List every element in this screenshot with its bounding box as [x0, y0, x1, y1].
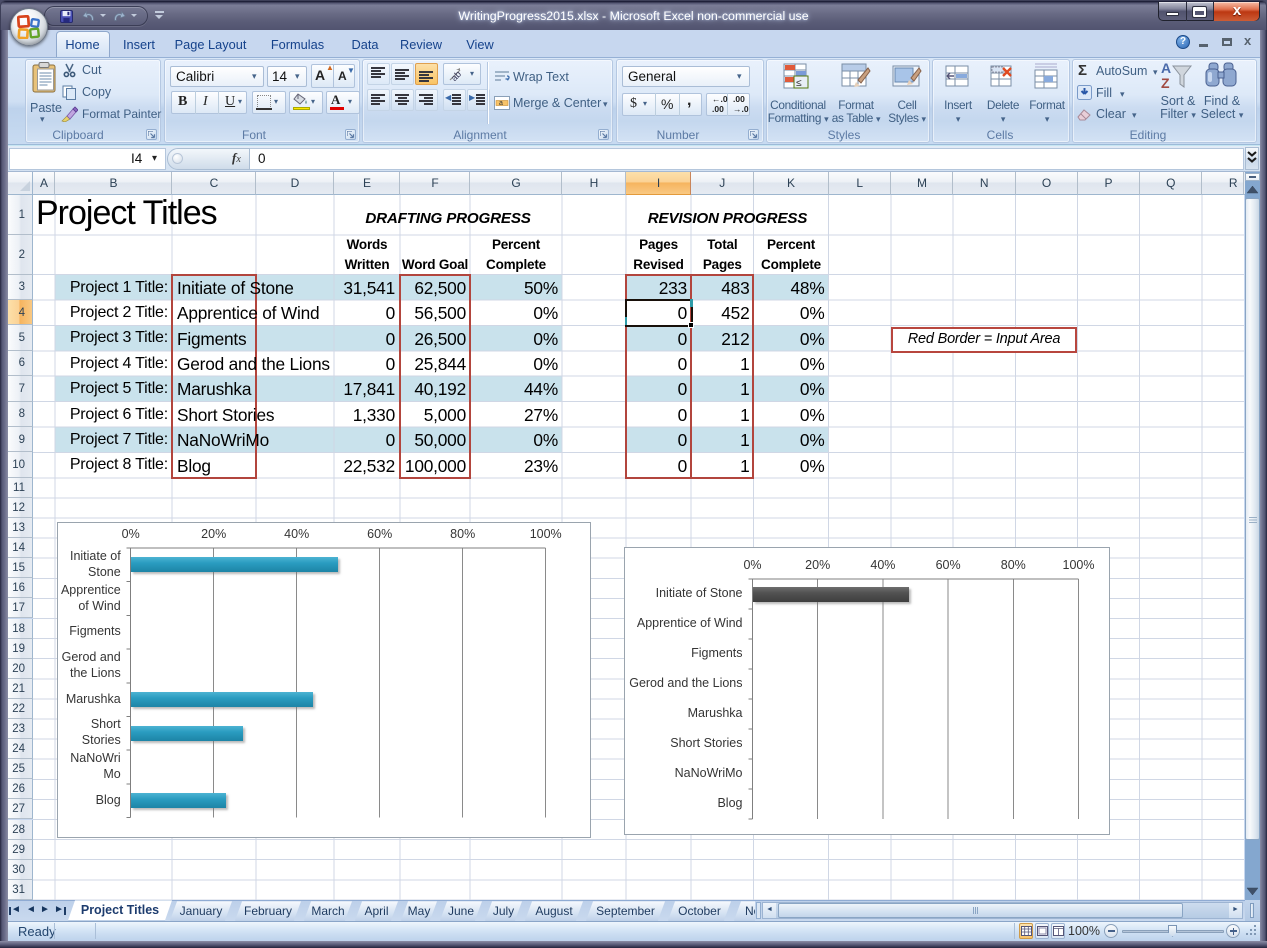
- svg-text:≤: ≤: [796, 78, 802, 89]
- svg-text:ab: ab: [449, 69, 463, 82]
- svg-text:a: a: [499, 100, 503, 107]
- svg-text:A: A: [1161, 60, 1171, 76]
- svg-text:Z: Z: [1161, 75, 1170, 91]
